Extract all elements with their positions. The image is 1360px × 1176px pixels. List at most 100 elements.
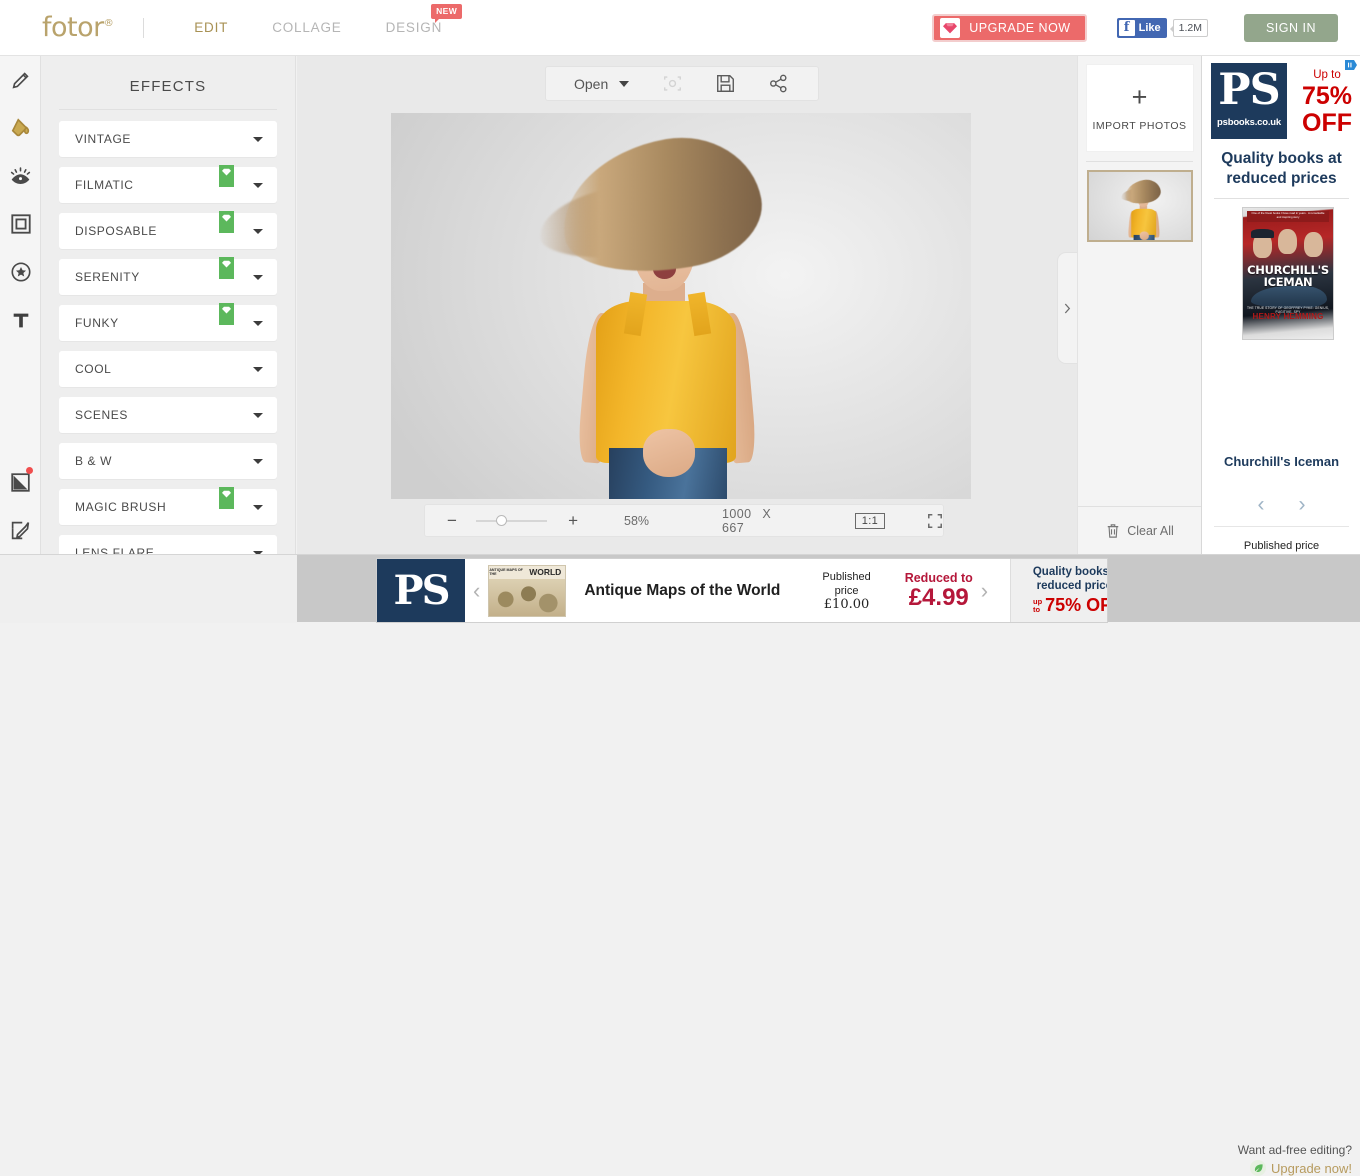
ad-carousel-controls: ‹ › bbox=[1202, 494, 1360, 515]
import-photos-button[interactable]: + IMPORT PHOTOS bbox=[1086, 64, 1194, 152]
sign-in-button[interactable]: SIGN IN bbox=[1244, 14, 1338, 42]
banner-thumb-title-small: ANTIQUE MAPS OF THE bbox=[489, 568, 527, 576]
effect-category-magic-brush[interactable]: MAGIC BRUSH bbox=[59, 489, 277, 525]
effect-category-disposable[interactable]: DISPOSABLE bbox=[59, 213, 277, 249]
dimension-separator: X bbox=[762, 507, 771, 521]
beauty-eye-icon[interactable] bbox=[0, 152, 41, 200]
zoom-toolbar: − + 58% 1000 X 667 1:1 bbox=[424, 504, 944, 537]
frame-icon[interactable] bbox=[0, 200, 41, 248]
top-nav-right-group: UPGRADE NOW f Like 1.2M SIGN IN bbox=[932, 14, 1360, 42]
import-photos-label: IMPORT PHOTOS bbox=[1092, 120, 1186, 132]
ad-prev-arrow-icon[interactable]: ‹ bbox=[1258, 494, 1265, 515]
photo-thumbnail[interactable] bbox=[1087, 170, 1193, 242]
premium-ribbon-icon bbox=[219, 487, 234, 509]
one-to-one-button[interactable]: 1:1 bbox=[855, 513, 885, 529]
zoom-slider[interactable] bbox=[476, 520, 547, 522]
effect-category-vintage[interactable]: VINTAGE bbox=[59, 121, 277, 157]
effect-category-cool[interactable]: COOL bbox=[59, 351, 277, 387]
compare-split-icon[interactable] bbox=[0, 458, 41, 506]
image-height: 667 bbox=[722, 521, 744, 535]
banner-reduced-price-value: £4.99 bbox=[905, 585, 973, 610]
ad-percent-value: 75% bbox=[1297, 83, 1357, 110]
effect-label: FILMATIC bbox=[75, 178, 134, 192]
leaf-icon bbox=[1250, 1160, 1266, 1176]
facebook-like-button[interactable]: f Like bbox=[1117, 18, 1167, 38]
share-icon[interactable] bbox=[769, 74, 788, 93]
ad-headline-line1: Quality books at bbox=[1202, 149, 1360, 169]
ad-next-arrow-icon[interactable]: › bbox=[1299, 494, 1306, 515]
save-icon[interactable] bbox=[716, 74, 735, 93]
banner-reduced-price: Reduced to £4.99 bbox=[905, 571, 973, 610]
effect-label: MAGIC BRUSH bbox=[75, 500, 166, 514]
ad-discount-percent: 75% OFF bbox=[1297, 83, 1357, 137]
ad-book-title: Churchill's Iceman bbox=[1202, 454, 1360, 469]
psbooks-logo: PS psbooks.co.uk bbox=[1211, 63, 1287, 139]
effect-category-bw[interactable]: B & W bbox=[59, 443, 277, 479]
paint-bucket-icon[interactable] bbox=[0, 104, 41, 152]
facebook-icon: f bbox=[1119, 20, 1135, 36]
text-icon[interactable] bbox=[0, 296, 41, 344]
facebook-like-label: Like bbox=[1139, 22, 1161, 34]
image-width: 1000 bbox=[722, 507, 751, 521]
ad-free-question: Want ad-free editing? bbox=[1202, 1143, 1352, 1157]
photo-canvas[interactable] bbox=[391, 113, 971, 499]
psbooks-logo-url: psbooks.co.uk bbox=[1211, 117, 1287, 128]
new-badge: NEW bbox=[431, 4, 462, 19]
banner-thumb-title-big: WORLD bbox=[529, 567, 561, 577]
effect-label: COOL bbox=[75, 362, 111, 376]
facebook-like-widget[interactable]: f Like 1.2M bbox=[1117, 18, 1208, 38]
zoom-slider-handle[interactable] bbox=[496, 515, 507, 526]
upgrade-now-label: UPGRADE NOW bbox=[969, 21, 1070, 35]
banner-prev-arrow-icon[interactable]: ‹ bbox=[465, 578, 488, 604]
effect-category-lens-flare[interactable]: LENS FLARE bbox=[59, 535, 277, 554]
banner-psbooks-logo: PS bbox=[377, 559, 465, 623]
banner-thumb-header: ANTIQUE MAPS OF THE WORLD bbox=[489, 566, 565, 579]
nav-item-edit-label: EDIT bbox=[194, 20, 228, 35]
thumbnail-content bbox=[1094, 175, 1112, 187]
edit-pencil-icon[interactable] bbox=[0, 56, 41, 104]
upgrade-now-button[interactable]: UPGRADE NOW bbox=[932, 14, 1086, 42]
chevron-down-icon bbox=[253, 229, 263, 234]
effect-category-scenes[interactable]: SCENES bbox=[59, 397, 277, 433]
bottom-left-filler bbox=[0, 555, 297, 623]
nav-item-edit[interactable]: EDIT bbox=[172, 20, 250, 35]
edit-square-icon[interactable] bbox=[0, 506, 41, 554]
left-tool-rail bbox=[0, 56, 41, 554]
clear-all-label: Clear All bbox=[1127, 524, 1174, 538]
banner-next-arrow-icon[interactable]: › bbox=[973, 578, 996, 604]
book-cover-title: CHURCHILL'S ICEMAN bbox=[1243, 264, 1333, 288]
chevron-down-icon bbox=[253, 459, 263, 464]
chevron-down-icon bbox=[253, 275, 263, 280]
clear-all-button[interactable]: Clear All bbox=[1078, 506, 1202, 554]
effect-category-filmatic[interactable]: FILMATIC bbox=[59, 167, 277, 203]
logo-text: fotor bbox=[42, 12, 104, 43]
screenshot-icon bbox=[663, 75, 682, 92]
premium-ribbon-icon bbox=[219, 165, 234, 187]
collapse-panel-tab[interactable] bbox=[1057, 252, 1077, 364]
book-cover-image[interactable]: One of the finest books I have read in y… bbox=[1242, 207, 1334, 340]
nav-item-design-label: DESIGN bbox=[386, 20, 443, 35]
bottom-advertisement[interactable]: PS ‹ ANTIQUE MAPS OF THE WORLD Antique M… bbox=[376, 558, 1108, 623]
fullscreen-icon[interactable] bbox=[927, 513, 943, 529]
effect-label: LENS FLARE bbox=[75, 546, 154, 554]
effect-category-serenity[interactable]: SERENITY bbox=[59, 259, 277, 295]
zoom-out-button[interactable]: − bbox=[447, 512, 457, 529]
photo-hands bbox=[643, 429, 695, 477]
tool-rail-bottom-group bbox=[0, 458, 41, 554]
effect-category-funky[interactable]: FUNKY bbox=[59, 305, 277, 341]
chevron-down-icon bbox=[253, 183, 263, 188]
facebook-like-count: 1.2M bbox=[1173, 19, 1208, 37]
ad-free-upgrade-link[interactable]: Upgrade now! bbox=[1202, 1160, 1352, 1176]
premium-ribbon-icon bbox=[219, 211, 234, 233]
banner-product-thumbnail[interactable]: ANTIQUE MAPS OF THE WORLD bbox=[488, 565, 566, 617]
open-button-label: Open bbox=[574, 76, 608, 92]
ad-published-price-label: Published price bbox=[1202, 540, 1360, 552]
open-button[interactable]: Open bbox=[574, 76, 629, 92]
right-advertisement[interactable]: PS psbooks.co.uk Up to 75% OFF Quality b… bbox=[1201, 56, 1360, 622]
zoom-in-button[interactable]: + bbox=[568, 512, 578, 529]
nav-item-collage[interactable]: COLLAGE bbox=[250, 20, 363, 35]
sticker-star-icon[interactable] bbox=[0, 248, 41, 296]
fotor-logo[interactable]: fotor® bbox=[42, 12, 113, 43]
zoom-percent-value: 58% bbox=[624, 514, 649, 528]
nav-item-design[interactable]: DESIGN NEW bbox=[364, 20, 465, 35]
